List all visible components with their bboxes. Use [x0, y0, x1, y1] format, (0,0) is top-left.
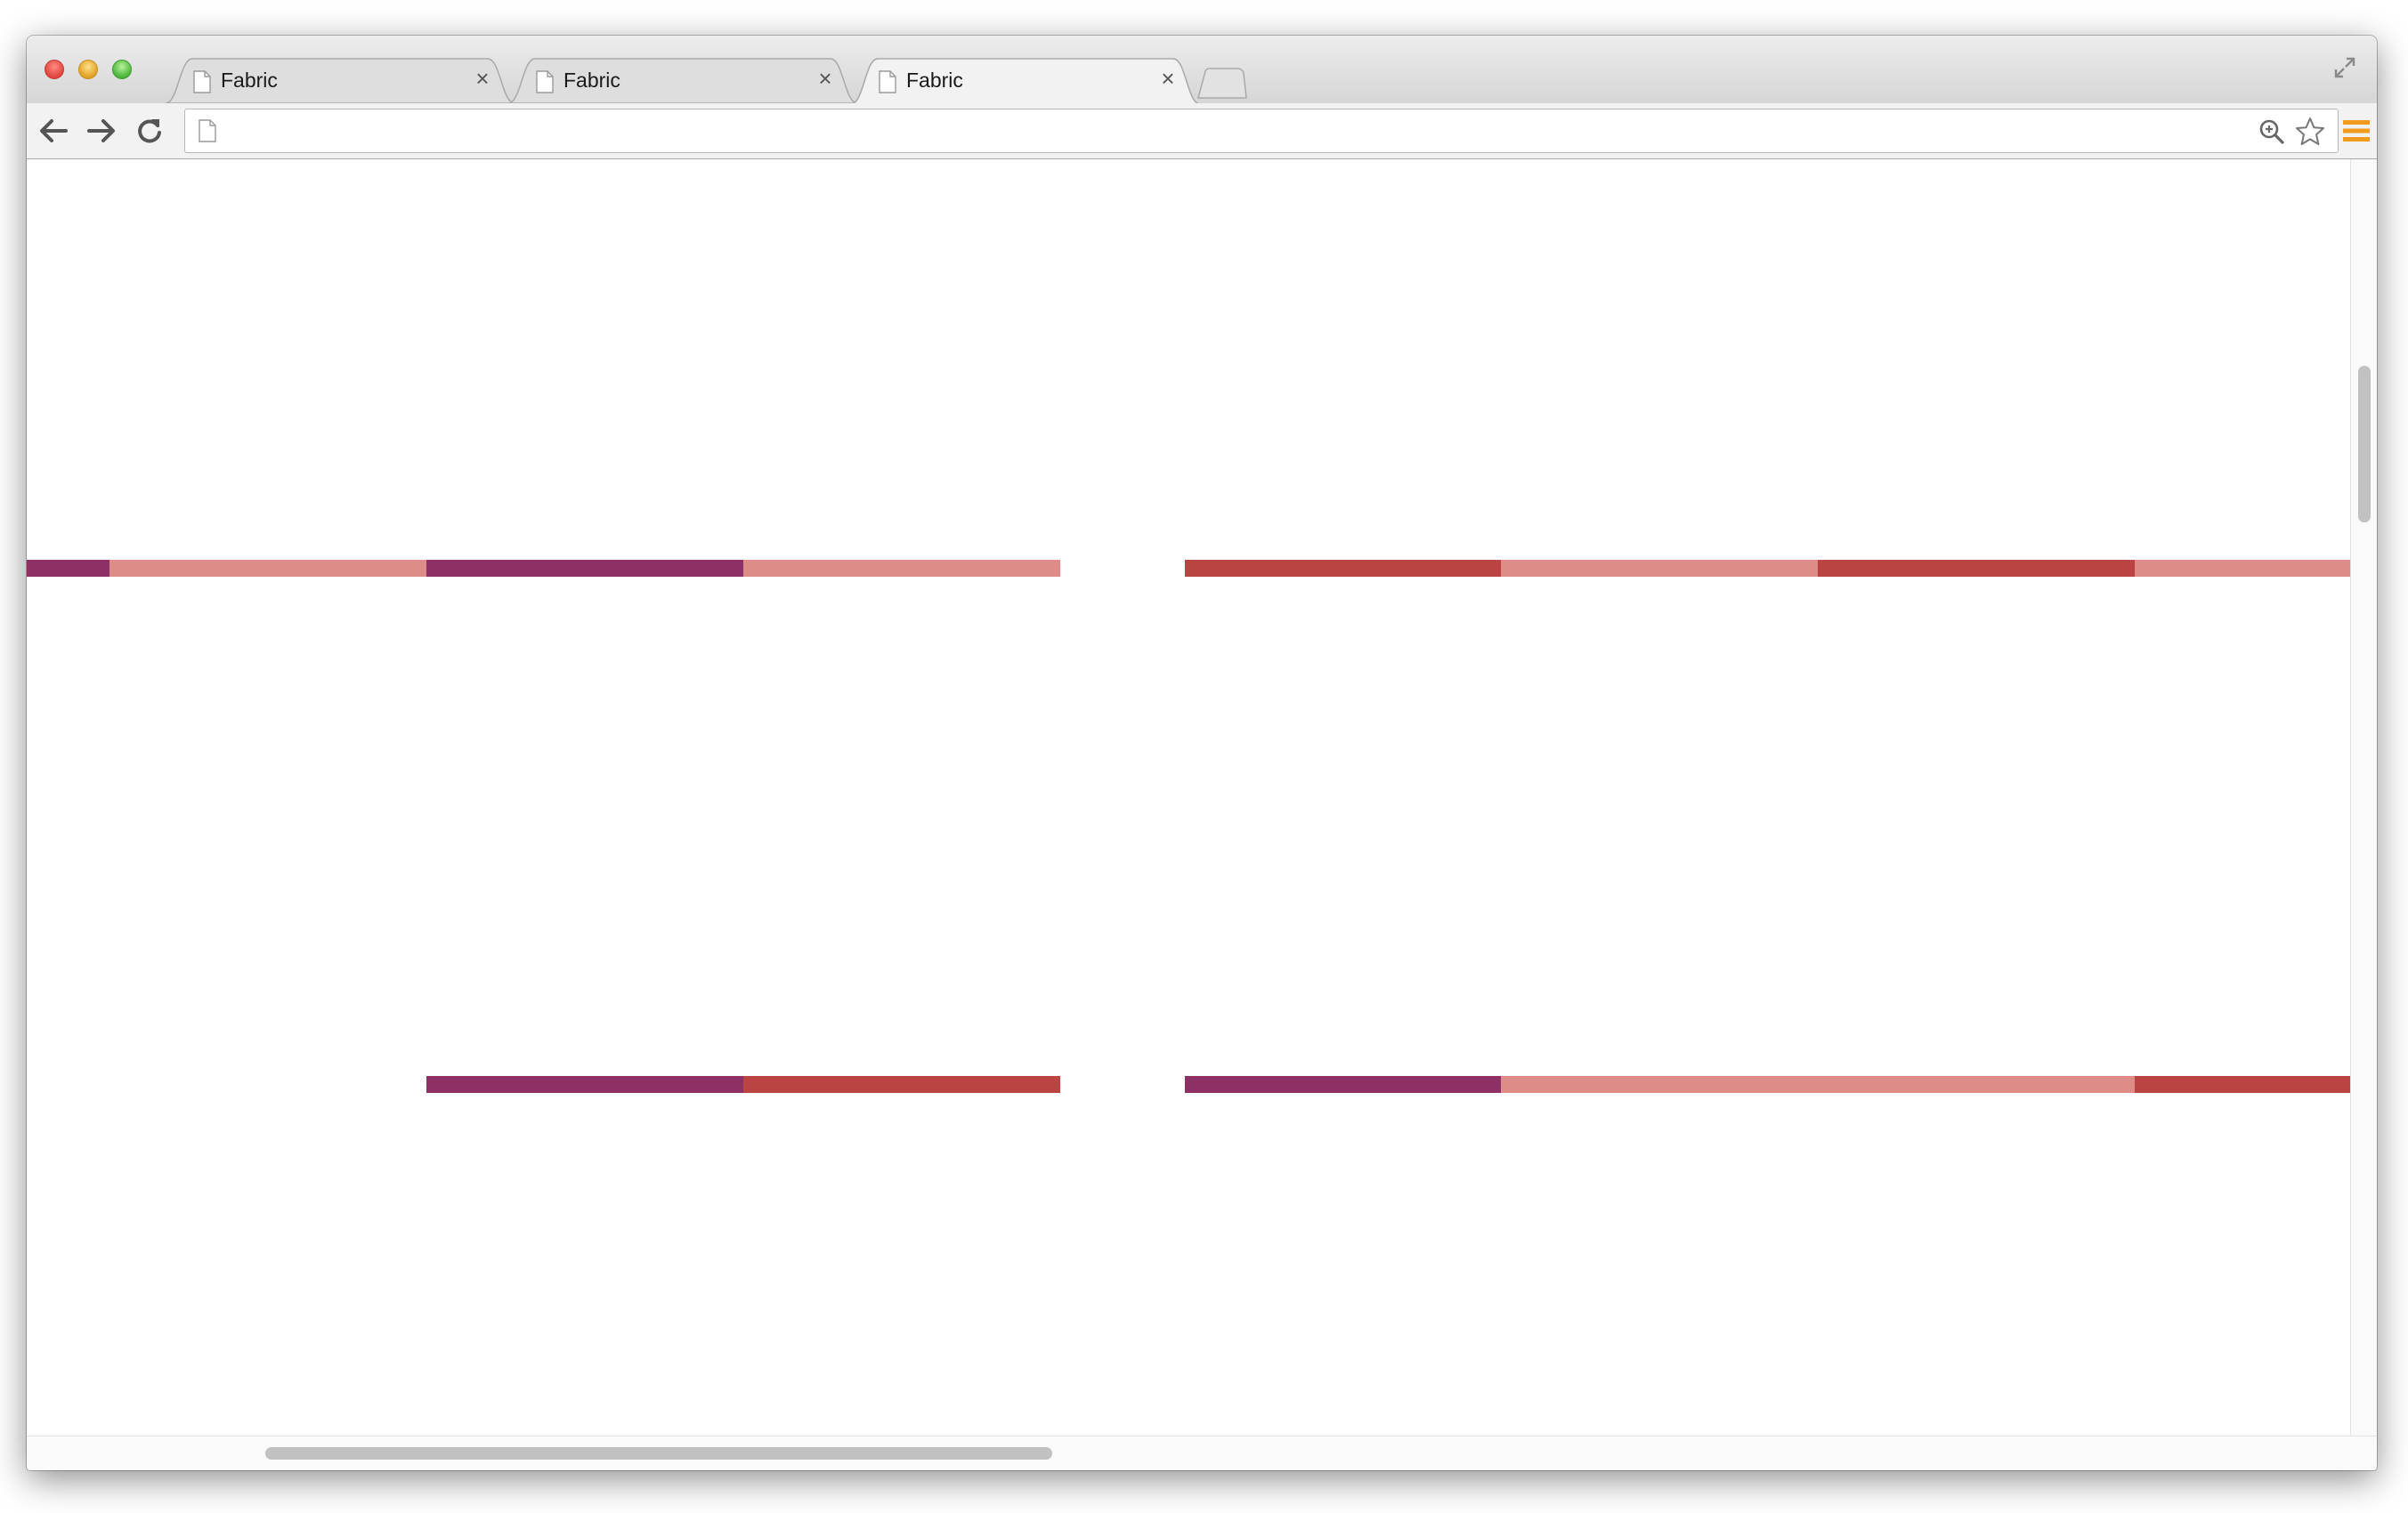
navigation-toolbar	[27, 103, 2377, 159]
close-tab-icon[interactable]: ×	[814, 67, 837, 90]
tab-shape	[508, 58, 857, 103]
address-bar[interactable]	[184, 109, 2339, 153]
page-icon	[536, 70, 554, 93]
bar-segment-purple	[27, 560, 109, 577]
vertical-scrollbar[interactable]	[2350, 159, 2377, 1436]
fullscreen-icon[interactable]	[2332, 55, 2357, 80]
tab-shape	[166, 58, 515, 103]
bar-segment-red	[743, 1076, 1060, 1093]
blank-page-icon	[199, 119, 216, 142]
back-arrow-icon[interactable]	[37, 116, 69, 146]
title-bar: Fabric × Fabric × Fabric ×	[27, 36, 2377, 103]
bar-segment-purple	[1185, 1076, 1501, 1093]
tab-title: Fabric	[906, 69, 963, 92]
page-icon	[193, 70, 211, 93]
horizontal-scrollbar[interactable]	[27, 1436, 2377, 1470]
new-tab-button[interactable]	[1195, 68, 1248, 100]
maximize-window-button[interactable]	[112, 60, 132, 79]
bar-segment-pink	[1501, 1076, 2135, 1093]
bar-segment-pink	[109, 560, 426, 577]
vertical-scrollbar-thumb[interactable]	[2358, 366, 2371, 522]
close-tab-icon[interactable]: ×	[1156, 67, 1180, 90]
page-canvas[interactable]	[27, 159, 2350, 1436]
bar-segment-red	[1185, 560, 1501, 577]
bar-segment-red	[1818, 560, 2135, 577]
tab-1[interactable]: Fabric ×	[166, 57, 515, 103]
hamburger-menu-icon[interactable]	[2343, 119, 2370, 142]
bar-segment-pink	[1501, 560, 1818, 577]
bar-segment-purple	[426, 1076, 743, 1093]
bar-segment-pink	[2135, 560, 2350, 577]
tab-title: Fabric	[563, 69, 620, 92]
tab-3-active[interactable]: Fabric ×	[851, 57, 1200, 103]
horizontal-scrollbar-thumb[interactable]	[265, 1447, 1052, 1460]
close-tab-icon[interactable]: ×	[471, 67, 494, 90]
tab-title: Fabric	[221, 69, 278, 92]
tab-shape	[851, 58, 1200, 103]
star-icon[interactable]	[2295, 117, 2325, 147]
reload-icon[interactable]	[134, 116, 166, 146]
bar-segment-red	[2135, 1076, 2350, 1093]
forward-arrow-icon[interactable]	[85, 116, 118, 146]
zoom-icon[interactable]	[2258, 118, 2285, 145]
bar-segment-pink	[743, 560, 1060, 577]
tab-2[interactable]: Fabric ×	[508, 57, 857, 103]
close-window-button[interactable]	[45, 60, 64, 79]
browser-window: Fabric × Fabric × Fabric ×	[27, 36, 2377, 1470]
minimize-window-button[interactable]	[78, 60, 98, 79]
bar-segment-purple	[426, 560, 743, 577]
page-icon	[879, 70, 896, 93]
